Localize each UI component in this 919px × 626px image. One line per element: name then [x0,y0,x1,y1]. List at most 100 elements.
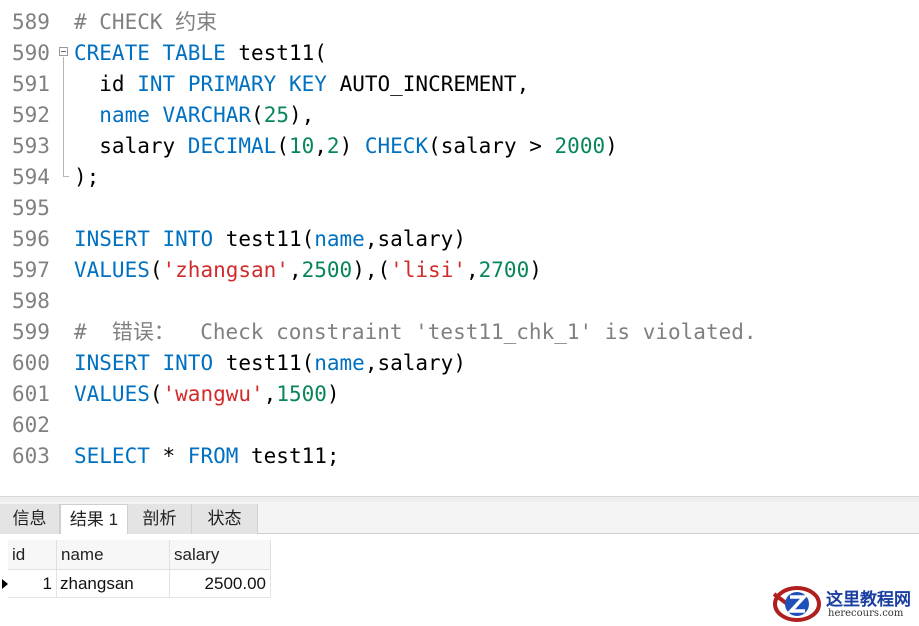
code-line[interactable]: 593 salary DECIMAL(10,2) CHECK(salary > … [0,131,919,162]
code-token: ( [276,134,289,158]
code-token: ( [149,258,163,282]
line-number: 597 [12,258,50,282]
result-tab-bar: 信息 结果 1 剖析 状态 [0,502,919,535]
tab-analysis[interactable]: 剖析 [128,504,192,534]
code-token: KEY [288,72,327,96]
code-token: CHECK [364,134,429,158]
line-number: 589 [12,10,50,34]
code-token: * [149,444,188,468]
code-token: ) [605,134,618,158]
code-token: 2700 [478,258,530,282]
code-text: name VARCHAR(25), [74,100,314,131]
code-line[interactable]: 594); [0,162,919,193]
code-token: 25 [263,103,289,127]
code-text: INSERT INTO test11(name,salary) [74,224,466,255]
code-token: name [314,351,365,375]
code-line[interactable]: 596 INSERT INTO test11(name,salary) [0,224,919,255]
code-token: # 错误： Check constraint 'test11_chk_1' is… [74,320,757,344]
code-token: # CHECK 约束 [74,10,218,34]
line-number: 590 [12,41,50,65]
code-line[interactable]: 591 id INT PRIMARY KEY AUTO_INCREMENT, [0,69,919,100]
line-number: 596 [12,227,50,251]
code-token: ( [149,382,163,406]
sql-editor[interactable]: 589 # CHECK 约束 590 CREATE TABLE test11( 591 … [0,0,919,496]
code-token: 10 [288,134,315,158]
code-text: ); [74,162,99,193]
code-text: VALUES('zhangsan',2500),('lisi',2700) [74,255,542,286]
code-token: DECIMAL [187,134,277,158]
code-line[interactable]: 589 # CHECK 约束 [0,7,919,38]
code-token: ),( [352,258,391,282]
code-token: PRIMARY [187,72,277,96]
code-token: 'wangwu' [162,382,264,406]
code-token: TABLE [162,41,226,65]
code-line[interactable]: 601 VALUES('wangwu',1500) [0,379,919,410]
site-watermark: 这里教程网 herecours.com [770,582,919,626]
code-line[interactable]: 595 [0,193,919,224]
code-token: 'lisi' [390,258,466,282]
code-text: # CHECK 约束 [74,7,217,38]
code-token: test11( [225,41,327,65]
code-token: ( [251,103,264,127]
code-token: ,salary) [364,227,466,251]
code-token: 'zhangsan' [162,258,289,282]
column-header-name[interactable]: name [57,540,170,570]
code-token: , [465,258,479,282]
tab-result-1[interactable]: 结果 1 [60,504,128,535]
code-text: VALUES('wangwu',1500) [74,379,340,410]
code-token: name [314,227,365,251]
line-number: 598 [12,289,50,313]
watermark-title: 这里教程网 [826,590,911,610]
code-text: salary DECIMAL(10,2) CHECK(salary > 2000… [74,131,618,162]
code-token: name [99,103,150,127]
code-text: # 错误： Check constraint 'test11_chk_1' is… [74,317,757,348]
table-cell-id[interactable]: 1 [8,570,57,598]
code-line[interactable]: 600 INSERT INTO test11(name,salary) [0,348,919,379]
line-number: 592 [12,103,50,127]
code-line[interactable]: 603 SELECT * FROM test11; [0,441,919,472]
code-line[interactable]: 592 name VARCHAR(25), [0,100,919,131]
code-line[interactable]: 598 [0,286,919,317]
code-token: , [288,258,302,282]
code-line[interactable]: 602 [0,410,919,441]
code-token: , [314,134,327,158]
code-token: AUTO_INCREMENT, [326,72,530,96]
code-token: INTO [162,227,214,251]
code-token: VALUES [74,382,150,406]
code-line[interactable]: 590 CREATE TABLE test11( [0,38,919,69]
code-token: 2000 [554,134,606,158]
code-token: FROM [187,444,239,468]
code-token: CREATE [74,41,150,65]
line-number: 595 [12,196,50,220]
table-cell-name[interactable]: zhangsan [57,570,170,598]
table-cell-salary[interactable]: 2500.00 [170,570,271,598]
tab-status[interactable]: 状态 [192,504,258,534]
code-token: VALUES [74,258,150,282]
code-text: id INT PRIMARY KEY AUTO_INCREMENT, [74,69,529,100]
line-number: 594 [12,165,50,189]
code-token: salary [74,134,188,158]
code-token: id [74,72,138,96]
tab-info[interactable]: 信息 [0,504,60,534]
code-token: (salary > [428,134,555,158]
code-token: ) [529,258,542,282]
code-token: INTO [162,351,214,375]
column-header-id[interactable]: id [8,540,57,570]
code-token: ) [339,134,365,158]
code-line[interactable]: 597 VALUES('zhangsan',2500),('lisi',2700) [0,255,919,286]
code-token: INT [137,72,176,96]
code-token: test11; [238,444,340,468]
line-number: 601 [12,382,50,406]
code-token: ,salary) [364,351,466,375]
code-line[interactable]: 599 # 错误： Check constraint 'test11_chk_1'… [0,317,919,348]
line-number: 599 [12,320,50,344]
code-token: test11( [213,351,315,375]
code-token: test11( [213,227,315,251]
column-header-salary[interactable]: salary [170,540,271,570]
code-token: ) [326,382,340,406]
line-number: 602 [12,413,50,437]
